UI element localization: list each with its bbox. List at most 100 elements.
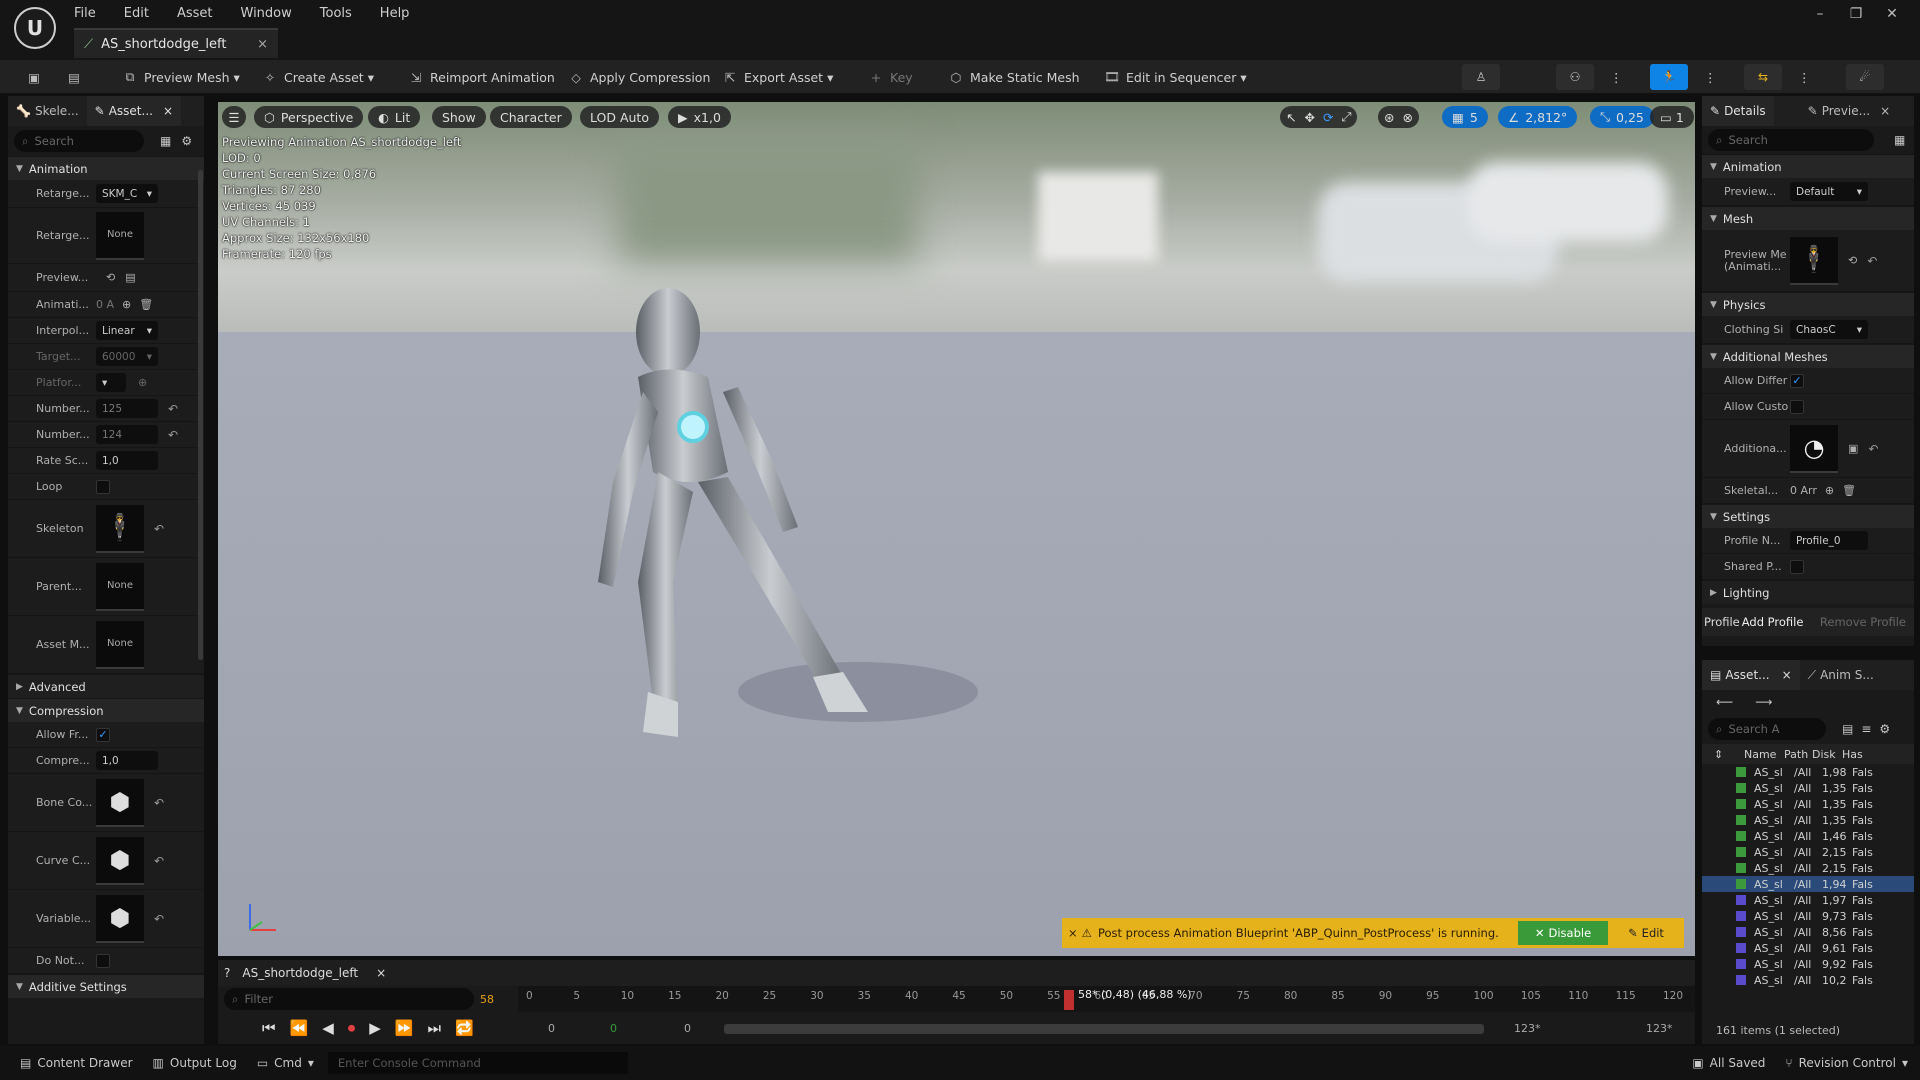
- work-start-field[interactable]: 0: [684, 1022, 691, 1035]
- rate-scale-field[interactable]: 1,0: [96, 451, 158, 470]
- number-of-keys-field[interactable]: 124: [96, 425, 158, 444]
- surface-snap-icon[interactable]: ⊗: [1402, 110, 1412, 125]
- retarget-asset-thumbnail[interactable]: None: [96, 211, 144, 260]
- refresh-icon[interactable]: ⟲: [106, 271, 115, 284]
- reset-icon[interactable]: ↶: [154, 796, 164, 810]
- playback-speed-button[interactable]: ▶ x1,0: [668, 106, 731, 128]
- loop-checkbox[interactable]: [96, 479, 110, 494]
- close-tab-icon[interactable]: ×: [376, 966, 386, 980]
- reset-icon[interactable]: ↶: [168, 402, 178, 416]
- platform-dropdown[interactable]: ▾: [96, 373, 126, 392]
- revision-control-button[interactable]: ⑂ Revision Control ▾: [1785, 1056, 1908, 1070]
- timeline-scrollbar[interactable]: [724, 1024, 1484, 1034]
- range-end-field[interactable]: 123*: [1646, 1022, 1673, 1035]
- compression-error-field[interactable]: 1,0: [96, 751, 158, 770]
- category-additional-meshes[interactable]: ▼ Additional Meshes: [1702, 344, 1914, 368]
- scale-snap-button[interactable]: ⤡ 0,25: [1590, 106, 1654, 128]
- close-tab-icon[interactable]: ×: [1880, 104, 1890, 118]
- profile-name-field[interactable]: Profile_0: [1790, 531, 1868, 550]
- range-start-field[interactable]: 0: [548, 1022, 555, 1035]
- edit-button[interactable]: ✎ Edit: [1614, 921, 1678, 945]
- grid-view-icon[interactable]: ▦: [160, 134, 171, 148]
- table-row[interactable]: AS_sl/All 9,92 Fals: [1702, 956, 1914, 972]
- column-disk[interactable]: Disk: [1812, 748, 1842, 761]
- category-animation[interactable]: ▼ Animation: [8, 156, 204, 180]
- interpolation-dropdown[interactable]: Linear ▾: [96, 321, 158, 340]
- table-row[interactable]: AS_sl/All 1,35 Fals: [1702, 796, 1914, 812]
- browse-icon[interactable]: ▤: [66, 60, 88, 94]
- add-profile-button[interactable]: Add Profile: [1742, 615, 1804, 629]
- more-options-icon[interactable]: ⋮: [1610, 60, 1623, 94]
- delete-icon[interactable]: 🗑: [1842, 484, 1856, 497]
- left-search-input[interactable]: ⌕ Search: [14, 130, 144, 152]
- add-icon[interactable]: ⊕: [122, 298, 131, 311]
- table-row[interactable]: AS_sl/All 1,46 Fals: [1702, 828, 1914, 844]
- add-icon[interactable]: ⊕: [138, 376, 147, 389]
- rotation-snap-button[interactable]: ∠ 2,812°: [1498, 106, 1578, 128]
- delete-icon[interactable]: 🗑: [139, 298, 153, 311]
- category-animation[interactable]: ▼ Animation: [1702, 154, 1914, 178]
- snap-tools[interactable]: ⊛ ⊗: [1378, 106, 1419, 128]
- make-static-mesh-button[interactable]: ⬡ Make Static Mesh: [948, 60, 1080, 94]
- type-column-icon[interactable]: ⇕: [1714, 748, 1744, 761]
- camera-speed-button[interactable]: ▭ 1: [1650, 106, 1694, 128]
- reset-icon[interactable]: ↶: [1867, 254, 1877, 268]
- perspective-button[interactable]: ⬡ Perspective: [254, 106, 364, 128]
- play-reverse-icon[interactable]: ◀: [322, 1019, 334, 1037]
- remove-profile-button[interactable]: Remove Profile: [1820, 615, 1906, 629]
- more-options-icon-2[interactable]: ⋮: [1704, 60, 1717, 94]
- category-mesh[interactable]: ▼ Mesh: [1702, 206, 1914, 230]
- skeleton-mode-button[interactable]: ♙: [1462, 64, 1500, 90]
- save-icon[interactable]: ▣: [26, 60, 48, 94]
- table-row[interactable]: AS_sl/All 1,94 Fals: [1702, 876, 1914, 892]
- asset-search-input[interactable]: ⌕ Search A: [1708, 718, 1826, 740]
- tab-asset-browser[interactable]: ▤ Asset... ×: [1702, 660, 1800, 690]
- mesh-mode-button[interactable]: ⚇: [1556, 64, 1594, 90]
- cmd-dropdown[interactable]: ▭ Cmd ▾: [257, 1056, 314, 1070]
- edit-in-sequencer-button[interactable]: 🎞 Edit in Sequencer ▾: [1104, 60, 1247, 94]
- content-drawer-button[interactable]: ▤ Content Drawer: [20, 1056, 133, 1070]
- category-additive-settings[interactable]: ▼ Additive Settings: [8, 974, 204, 998]
- lit-button[interactable]: ◐ Lit: [368, 106, 421, 128]
- close-window-icon[interactable]: ✕: [1874, 6, 1910, 22]
- table-row[interactable]: AS_sl/All 1,35 Fals: [1702, 812, 1914, 828]
- column-name[interactable]: Name: [1744, 748, 1784, 761]
- more-options-icon-3[interactable]: ⋮: [1798, 60, 1811, 94]
- scale-icon[interactable]: ⤢: [1341, 109, 1351, 125]
- menu-file[interactable]: File: [74, 6, 96, 21]
- filter-icon[interactable]: ≡: [1861, 722, 1871, 736]
- unreal-logo-icon[interactable]: U: [14, 7, 56, 49]
- disable-button[interactable]: ✕ Disable: [1518, 921, 1608, 945]
- reset-icon[interactable]: ↶: [154, 912, 164, 926]
- category-compression[interactable]: ▼ Compression: [8, 698, 204, 722]
- table-row[interactable]: AS_sl/All 1,35 Fals: [1702, 780, 1914, 796]
- reimport-animation-button[interactable]: ⇲ Reimport Animation: [408, 60, 555, 94]
- skip-to-end-icon[interactable]: ⏭: [428, 1019, 442, 1037]
- move-icon[interactable]: ✥: [1304, 110, 1314, 125]
- column-has[interactable]: Has: [1842, 748, 1870, 761]
- category-advanced[interactable]: ▶ Advanced: [8, 674, 204, 698]
- left-scrollbar[interactable]: [198, 170, 203, 660]
- key-button[interactable]: + Key: [868, 60, 913, 94]
- category-physics[interactable]: ▼ Physics: [1702, 292, 1914, 316]
- document-tab[interactable]: ⟋ AS_shortdodge_left ×: [74, 28, 278, 58]
- grid-view-icon[interactable]: ▦: [1894, 133, 1905, 147]
- gear-icon[interactable]: ⚙: [181, 134, 192, 148]
- parent-asset-thumbnail[interactable]: None: [96, 562, 144, 611]
- reset-icon[interactable]: ↶: [1868, 442, 1878, 456]
- preview-mesh-thumbnail[interactable]: 🕴: [1790, 236, 1838, 285]
- allow-frame-stripping-checkbox[interactable]: ✓: [96, 727, 110, 742]
- timeline-tab[interactable]: AS_shortdodge_left: [242, 966, 358, 980]
- close-tab-icon[interactable]: ×: [163, 104, 173, 118]
- table-row[interactable]: AS_sl/All 1,97 Fals: [1702, 892, 1914, 908]
- skeleton-thumbnail[interactable]: 🕴: [96, 504, 144, 553]
- target-frame-rate-dropdown[interactable]: 60000 ▾: [96, 347, 158, 366]
- table-row[interactable]: AS_sl/All 2,15 Fals: [1702, 860, 1914, 876]
- record-icon[interactable]: ⏺: [348, 1019, 356, 1037]
- menu-edit[interactable]: Edit: [124, 6, 149, 21]
- asset-mapping-thumbnail[interactable]: None: [96, 620, 144, 669]
- animation-mode-button[interactable]: 🏃: [1650, 64, 1688, 90]
- step-back-icon[interactable]: ⏪: [290, 1019, 309, 1037]
- gear-icon[interactable]: ⚙: [1879, 722, 1890, 736]
- lod-button[interactable]: LOD Auto: [580, 106, 659, 128]
